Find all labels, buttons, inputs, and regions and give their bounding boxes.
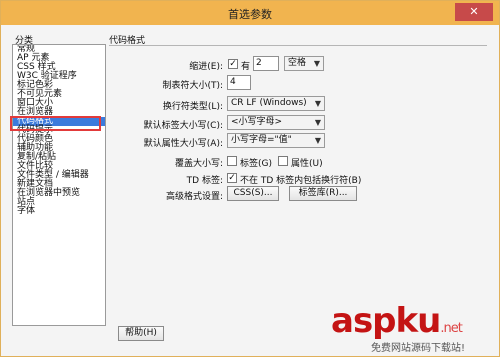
window-title: 首选参数 <box>228 8 272 21</box>
chevron-down-icon: ▼ <box>314 136 321 145</box>
watermark-brand: aspku <box>331 301 441 341</box>
override-tag-checkbox[interactable] <box>227 156 237 166</box>
title-bar: 首选参数 ✕ <box>1 1 499 25</box>
css-button[interactable]: CSS(S)... <box>227 186 279 201</box>
override-tag-label: 标签(G) <box>240 159 272 169</box>
tab-size-label: 制表符大小(T): <box>162 81 223 91</box>
watermark-tagline: 免费网站源码下载站! <box>371 343 466 354</box>
section-divider <box>109 45 487 46</box>
indent-checkbox[interactable]: ✓ <box>228 59 238 69</box>
tag-case-label: 默认标签大小写(C): <box>143 121 223 131</box>
attr-case-value: 小写字母="值" <box>231 135 292 145</box>
td-tag-label: TD 标签: <box>186 176 223 186</box>
override-attr-checkbox[interactable] <box>278 156 288 166</box>
override-attr-label: 属性(U) <box>291 159 323 169</box>
chevron-down-icon: ▼ <box>314 118 321 127</box>
indent-unit-value: 空格 <box>288 58 307 68</box>
td-tag-checkbox-label: 不在 TD 标签内包括换行符(B) <box>240 176 362 186</box>
tag-case-value: <小写字母> <box>231 117 283 127</box>
indent-label: 缩进(E): <box>189 62 223 72</box>
close-button[interactable]: ✕ <box>455 3 493 21</box>
watermark-suffix: .net <box>440 321 462 336</box>
indent-unit-select[interactable]: 空格 ▼ <box>284 56 324 71</box>
tab-size-input[interactable]: 4 <box>227 75 251 90</box>
advanced-label: 高级格式设置: <box>165 192 223 202</box>
help-button[interactable]: 帮助(H) <box>118 326 164 341</box>
category-item[interactable]: 字体 <box>13 207 105 216</box>
category-list[interactable]: 常规 AP 元素 CSS 样式 W3C 验证程序 标记色彩 不可见元素 窗口大小 在浏览器 代码… <box>12 44 106 326</box>
chevron-down-icon: ▼ <box>314 99 321 108</box>
tag-library-button[interactable]: 标签库(R)... <box>289 186 357 201</box>
line-break-select[interactable]: CR LF (Windows) ▼ <box>227 96 325 111</box>
chevron-down-icon: ▼ <box>313 59 320 68</box>
attr-case-select[interactable]: 小写字母="值" ▼ <box>227 133 325 148</box>
indent-size-input[interactable]: 2 <box>253 56 279 71</box>
line-break-value: CR LF (Windows) <box>231 98 307 108</box>
td-tag-checkbox[interactable]: ✓ <box>227 173 237 183</box>
override-case-label: 覆盖大小写: <box>174 159 223 169</box>
site-watermark: aspku.net 免费网站源码下载站! <box>331 301 496 354</box>
preferences-window: 首选参数 ✕ 分类 常规 AP 元素 CSS 样式 W3C 验证程序 标记色彩 不可见元素… <box>0 0 500 357</box>
attr-case-label: 默认属性大小写(A): <box>143 139 223 149</box>
line-break-label: 换行符类型(L): <box>162 102 223 112</box>
indent-checkbox-label: 有 <box>241 62 251 72</box>
tag-case-select[interactable]: <小写字母> ▼ <box>227 115 325 130</box>
